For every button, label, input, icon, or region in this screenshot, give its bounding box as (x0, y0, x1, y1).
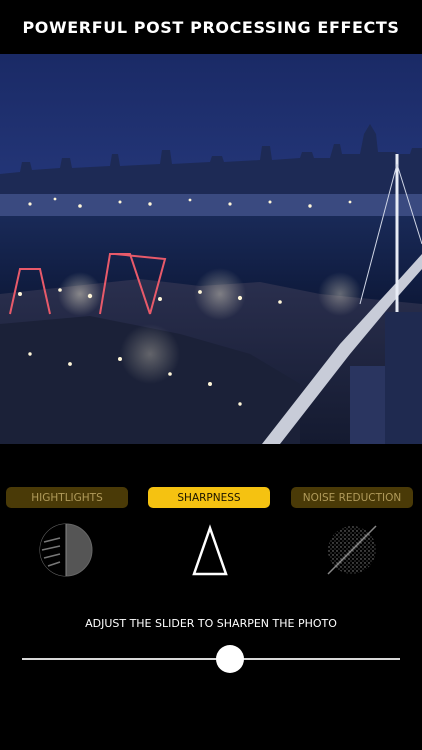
sharpness-slider[interactable] (22, 644, 400, 674)
slider-thumb[interactable] (215, 645, 244, 673)
city-night-photo (0, 54, 422, 444)
header-bar: POWERFUL POST PROCESSING EFFECTS (0, 0, 422, 54)
effect-tabs: HIGHTLIGHTS SHARPNESS NOISE REDUCTION (0, 487, 422, 508)
tab-highlights[interactable]: HIGHTLIGHTS (6, 487, 128, 508)
photo-illustration (0, 54, 422, 444)
tab-noise-reduction[interactable]: NOISE REDUCTION (291, 487, 413, 508)
tab-sharpness[interactable]: SHARPNESS (148, 487, 270, 508)
highlights-icon[interactable] (38, 522, 94, 578)
instruction-text: ADJUST THE SLIDER TO SHARPEN THE PHOTO (85, 617, 337, 630)
noise-reduction-icon[interactable] (324, 522, 380, 578)
slider-track[interactable] (22, 658, 400, 660)
sharpness-icon[interactable] (182, 522, 238, 578)
page-title: POWERFUL POST PROCESSING EFFECTS (22, 17, 400, 37)
